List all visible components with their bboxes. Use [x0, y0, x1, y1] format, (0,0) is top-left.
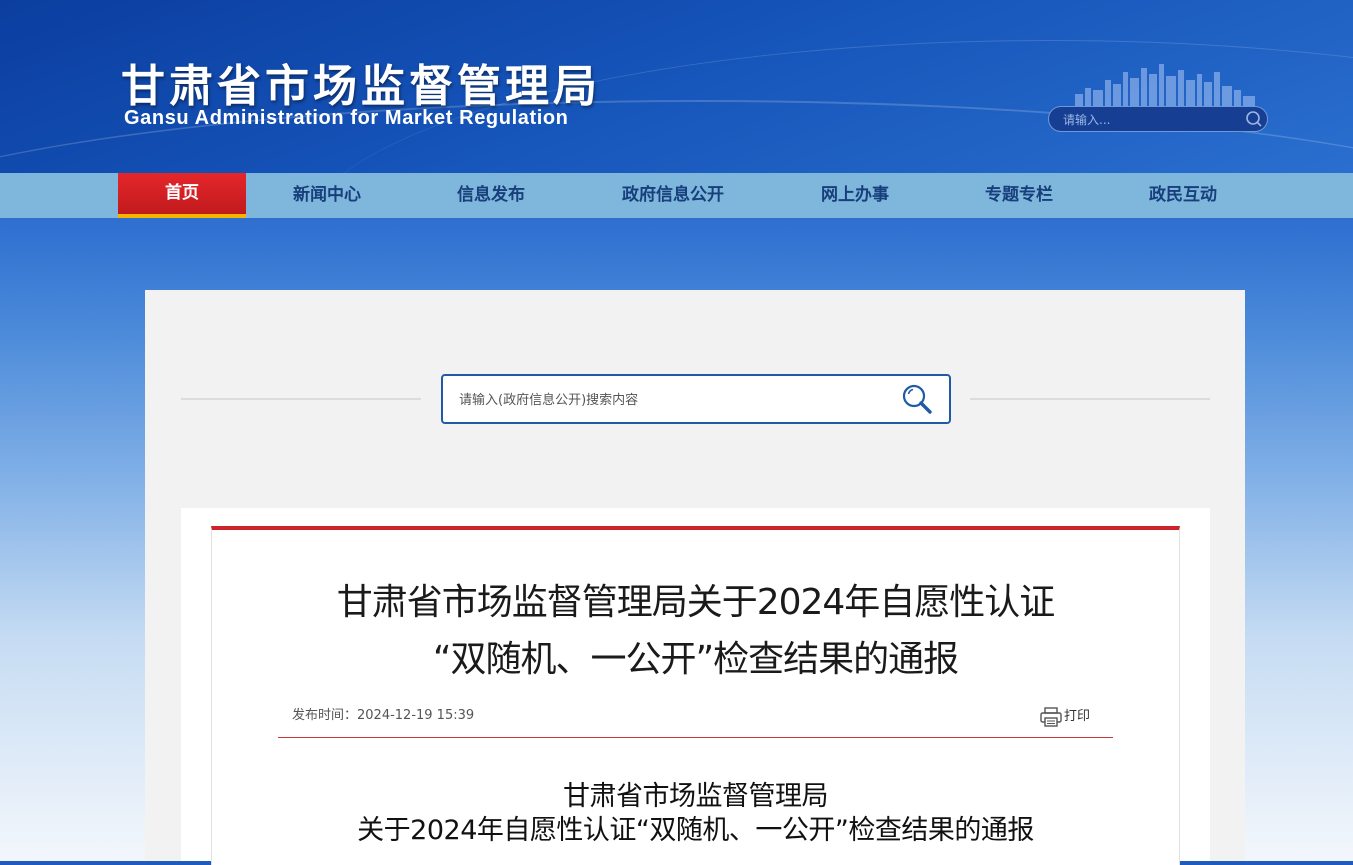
nav-item-public-interaction[interactable]: 政民互动: [1123, 173, 1243, 218]
article-title: 甘肃省市场监督管理局关于2024年自愿性认证 “双随机、一公开”检查结果的通报: [212, 574, 1179, 688]
divider: [181, 398, 421, 400]
content-panel: 甘肃省市场监督管理局关于2024年自愿性认证 “双随机、一公开”检查结果的通报 …: [145, 290, 1245, 865]
nav-item-info-release[interactable]: 信息发布: [431, 173, 551, 218]
article-container: 甘肃省市场监督管理局关于2024年自愿性认证 “双随机、一公开”检查结果的通报 …: [181, 508, 1210, 865]
magnifier-icon[interactable]: [899, 381, 935, 417]
nav-item-home[interactable]: 首页: [118, 173, 246, 218]
article-title-line: “双随机、一公开”检查结果的通报: [432, 639, 959, 680]
nav-item-news-center[interactable]: 新闻中心: [267, 173, 387, 218]
document-heading-line: 关于2024年自愿性认证“双随机、一公开”检查结果的通报: [357, 815, 1034, 846]
article-title-line: 甘肃省市场监督管理局关于2024年自愿性认证: [336, 582, 1056, 623]
gov-info-search-box[interactable]: [441, 374, 951, 424]
top-search-box[interactable]: [1048, 106, 1268, 132]
print-label: 打印: [1064, 709, 1091, 724]
site-title-en[interactable]: Gansu Administration for Market Regulati…: [124, 107, 569, 130]
city-skyline-icon: [1075, 64, 1255, 108]
printer-icon: [1040, 706, 1062, 727]
article: 甘肃省市场监督管理局关于2024年自愿性认证 “双随机、一公开”检查结果的通报 …: [211, 526, 1180, 865]
nav-item-online-services[interactable]: 网上办事: [795, 173, 915, 218]
search-icon[interactable]: [1245, 110, 1263, 128]
divider: [970, 398, 1210, 400]
site-header: 甘肃省市场监督管理局 Gansu Administration for Mark…: [0, 0, 1353, 173]
meta-divider: [278, 737, 1113, 738]
main-nav: 首页 新闻中心 信息发布 政府信息公开 网上办事 专题专栏 政民互动: [0, 173, 1353, 218]
document-heading: 甘肃省市场监督管理局 关于2024年自愿性认证“双随机、一公开”检查结果的通报: [212, 780, 1179, 848]
nav-item-gov-info-disclosure[interactable]: 政府信息公开: [603, 173, 743, 218]
publish-time: 发布时间：2024-12-19 15:39: [292, 708, 475, 723]
site-title-cn[interactable]: 甘肃省市场监督管理局: [121, 50, 601, 114]
gov-info-search-input[interactable]: [457, 389, 881, 411]
nav-item-special-topics[interactable]: 专题专栏: [959, 173, 1079, 218]
top-search-input[interactable]: [1061, 110, 1235, 130]
print-button[interactable]: 打印: [1040, 706, 1090, 728]
document-heading-line: 甘肃省市场监督管理局: [563, 781, 829, 812]
